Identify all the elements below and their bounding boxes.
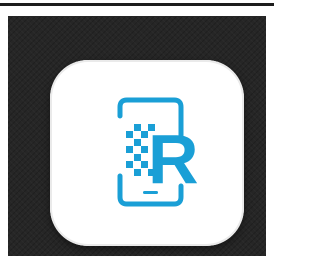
phone-scan-r-icon: R (117, 97, 199, 207)
app-icon-tile[interactable]: R (50, 60, 244, 246)
app-icon-letter: R (148, 120, 199, 198)
icon-background-panel: R (8, 16, 266, 256)
screen: R (0, 0, 274, 260)
top-divider (0, 3, 274, 6)
